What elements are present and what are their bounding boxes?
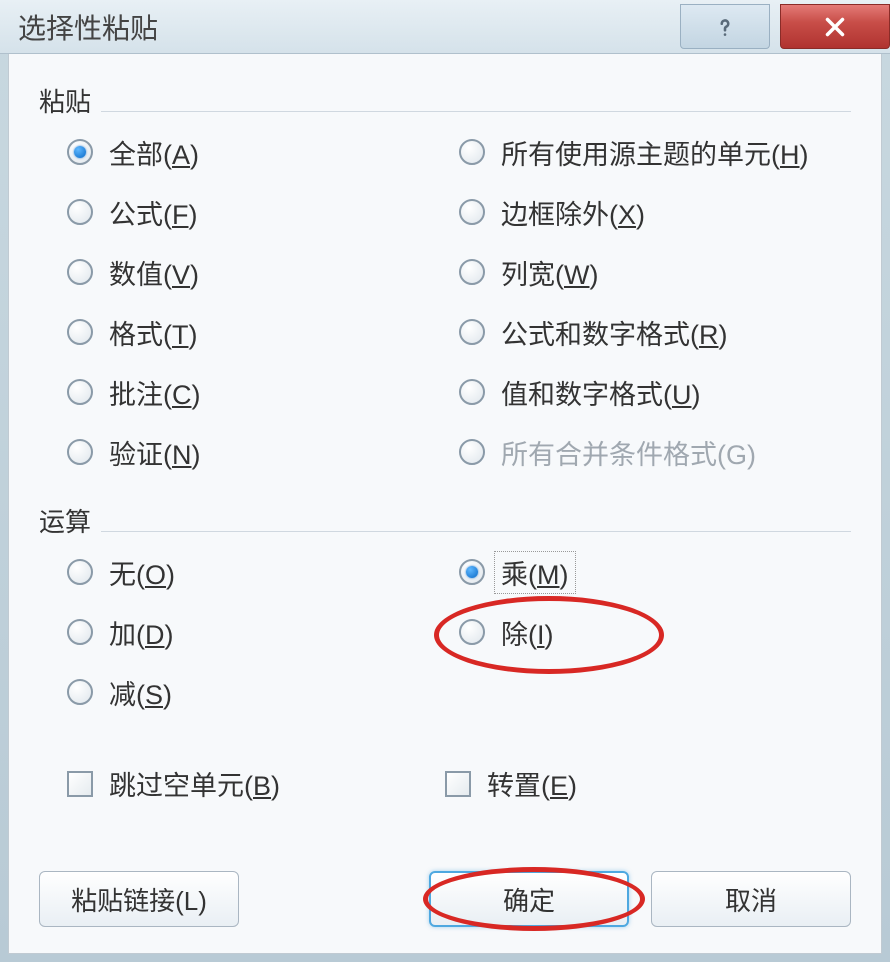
radio-icon bbox=[67, 139, 93, 165]
paste-column-widths[interactable]: 列宽(W) bbox=[459, 256, 851, 288]
paste-formula-number-formats[interactable]: 公式和数字格式(R) bbox=[459, 316, 851, 348]
paste-value-number-formats[interactable]: 值和数字格式(U) bbox=[459, 376, 851, 408]
operation-add[interactable]: 加(D) bbox=[67, 616, 459, 648]
paste-formats[interactable]: 格式(T) bbox=[67, 316, 459, 348]
operation-divide[interactable]: 除(I) bbox=[459, 616, 851, 648]
radio-icon bbox=[67, 319, 93, 345]
radio-icon bbox=[67, 679, 93, 705]
radio-icon bbox=[459, 439, 485, 465]
right-buttons: 确定 取消 bbox=[429, 871, 851, 927]
option-label: 批注(C) bbox=[109, 373, 201, 412]
option-label: 除(I) bbox=[501, 613, 554, 652]
option-label: 乘(M) bbox=[494, 551, 576, 594]
option-label: 所有使用源主题的单元(H) bbox=[501, 133, 809, 172]
option-label: 格式(T) bbox=[109, 313, 198, 352]
button-label: 粘贴链接(L) bbox=[71, 881, 207, 918]
checkbox-icon bbox=[445, 771, 471, 797]
option-label: 边框除外(X) bbox=[501, 193, 645, 232]
paste-group: 粘贴 全部(A) 所有使用源主题的单元(H) 公式(F) 边框除外(X) 数值(… bbox=[39, 82, 851, 468]
skip-blanks-checkbox[interactable]: 跳过空单元(B) bbox=[39, 764, 445, 803]
button-label: 确定 bbox=[503, 881, 555, 918]
button-row: 粘贴链接(L) 确定 取消 bbox=[39, 871, 851, 927]
checkbox-section: 跳过空单元(B) 转置(E) bbox=[39, 764, 851, 803]
option-label: 全部(A) bbox=[109, 133, 199, 172]
titlebar: 选择性粘贴 bbox=[0, 0, 890, 54]
radio-icon bbox=[67, 379, 93, 405]
divider bbox=[39, 531, 851, 532]
dialog-title: 选择性粘贴 bbox=[18, 7, 158, 47]
radio-icon bbox=[459, 259, 485, 285]
option-label: 所有合并条件格式(G) bbox=[501, 433, 756, 472]
checkbox-label: 跳过空单元(B) bbox=[109, 764, 280, 803]
radio-icon bbox=[67, 259, 93, 285]
paste-validation[interactable]: 验证(N) bbox=[67, 436, 459, 468]
radio-icon bbox=[67, 199, 93, 225]
radio-icon bbox=[67, 439, 93, 465]
checkbox-icon bbox=[67, 771, 93, 797]
option-label: 减(S) bbox=[109, 673, 172, 712]
checkbox-label: 转置(E) bbox=[487, 764, 577, 803]
paste-using-source-theme[interactable]: 所有使用源主题的单元(H) bbox=[459, 136, 851, 168]
titlebar-buttons bbox=[680, 4, 890, 49]
option-label: 公式(F) bbox=[109, 193, 198, 232]
paste-merge-conditional: 所有合并条件格式(G) bbox=[459, 436, 851, 468]
paste-formulas[interactable]: 公式(F) bbox=[67, 196, 459, 228]
radio-icon bbox=[67, 619, 93, 645]
radio-icon bbox=[459, 379, 485, 405]
operation-none[interactable]: 无(O) bbox=[67, 556, 459, 588]
operation-subtract[interactable]: 减(S) bbox=[67, 676, 459, 708]
operation-options: 无(O) 乘(M) 加(D) 除(I) 减(S) bbox=[39, 556, 851, 708]
radio-icon bbox=[459, 139, 485, 165]
divider bbox=[39, 111, 851, 112]
paste-except-borders[interactable]: 边框除外(X) bbox=[459, 196, 851, 228]
option-label: 验证(N) bbox=[109, 433, 201, 472]
radio-icon bbox=[67, 559, 93, 585]
radio-icon bbox=[459, 619, 485, 645]
operation-group: 运算 无(O) 乘(M) 加(D) 除(I) 减(S) bbox=[39, 502, 851, 708]
option-label: 无(O) bbox=[109, 553, 175, 592]
paste-group-label: 粘贴 bbox=[39, 82, 101, 119]
transpose-checkbox[interactable]: 转置(E) bbox=[445, 764, 851, 803]
paste-all[interactable]: 全部(A) bbox=[67, 136, 459, 168]
help-icon bbox=[712, 14, 738, 40]
paste-options: 全部(A) 所有使用源主题的单元(H) 公式(F) 边框除外(X) 数值(V) … bbox=[39, 136, 851, 468]
radio-icon bbox=[459, 199, 485, 225]
option-label: 加(D) bbox=[109, 613, 174, 652]
close-button[interactable] bbox=[780, 4, 890, 49]
option-label: 列宽(W) bbox=[501, 253, 598, 292]
operation-group-label: 运算 bbox=[39, 502, 101, 539]
radio-icon bbox=[459, 559, 485, 585]
radio-icon bbox=[459, 319, 485, 345]
ok-button[interactable]: 确定 bbox=[429, 871, 629, 927]
button-label: 取消 bbox=[725, 881, 777, 918]
option-label: 公式和数字格式(R) bbox=[501, 313, 728, 352]
paste-values[interactable]: 数值(V) bbox=[67, 256, 459, 288]
option-label: 数值(V) bbox=[109, 253, 199, 292]
cancel-button[interactable]: 取消 bbox=[651, 871, 851, 927]
dialog-body: 粘贴 全部(A) 所有使用源主题的单元(H) 公式(F) 边框除外(X) 数值(… bbox=[8, 54, 882, 954]
paste-link-button[interactable]: 粘贴链接(L) bbox=[39, 871, 239, 927]
help-button[interactable] bbox=[680, 4, 770, 49]
operation-multiply[interactable]: 乘(M) bbox=[459, 556, 851, 588]
paste-comments[interactable]: 批注(C) bbox=[67, 376, 459, 408]
close-icon bbox=[820, 12, 850, 42]
option-label: 值和数字格式(U) bbox=[501, 373, 701, 412]
